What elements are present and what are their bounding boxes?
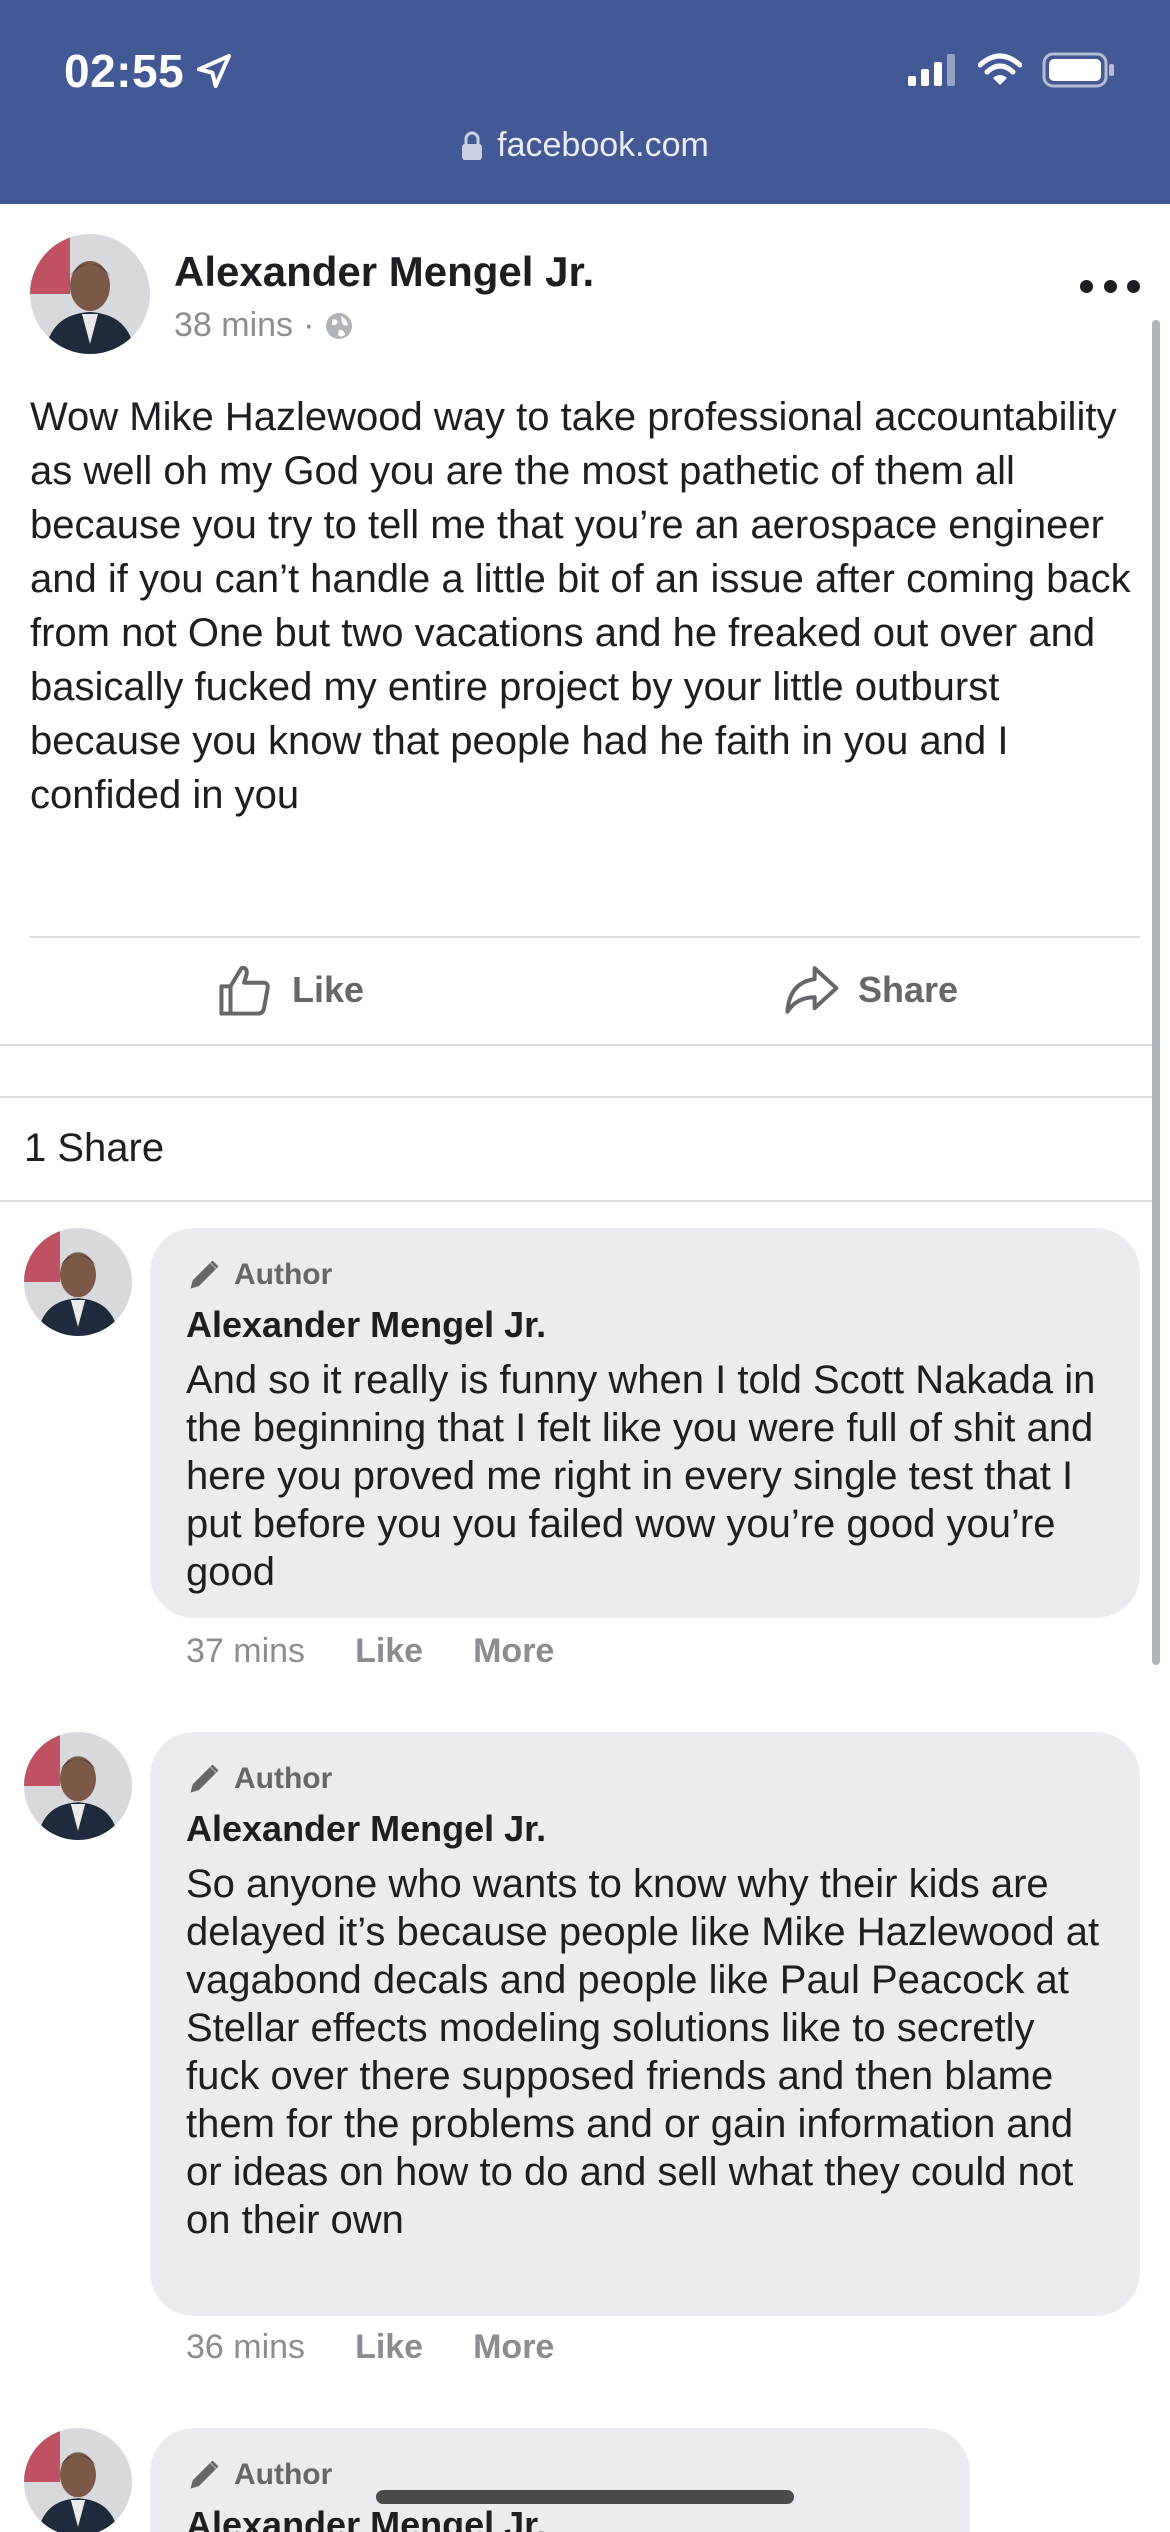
like-label: Like [291, 969, 365, 1010]
comment-bubble[interactable]: Author Alexander Mengel Jr. And so it re… [150, 1228, 1140, 1618]
share-arrow-icon [785, 966, 839, 1014]
comment-more-button[interactable]: More [473, 1632, 554, 1671]
comment-bubble[interactable]: Author Alexander Mengel Jr. [150, 2428, 970, 2532]
author-badge: Author [186, 1254, 1104, 1296]
scrollbar[interactable] [1152, 320, 1160, 1665]
comment-avatar[interactable] [24, 1732, 132, 1840]
wifi-icon [978, 53, 1022, 85]
comment-author-name[interactable]: Alexander Mengel Jr. [186, 1304, 1104, 1352]
post-text: Wow Mike Hazlewood way to take professio… [30, 395, 1131, 817]
post-author-name[interactable]: Alexander Mengel Jr. [174, 248, 594, 296]
comment-meta: 37 mins Like More [186, 1632, 554, 1671]
comment-meta: 36 mins Like More [186, 2328, 554, 2367]
pencil-icon [190, 1764, 219, 1793]
post-header: Alexander Mengel Jr. 38 mins · [30, 234, 1140, 354]
shares-count[interactable]: 1 Share [24, 1126, 164, 1171]
comment-more-button[interactable]: More [473, 2328, 554, 2367]
more-dots-icon [1080, 279, 1093, 293]
divider [0, 1044, 1160, 1046]
comment-bubble[interactable]: Author Alexander Mengel Jr. So anyone wh… [150, 1732, 1140, 2316]
more-options-button[interactable] [1080, 266, 1140, 306]
comment-text: So anyone who wants to know why their ki… [186, 1862, 1100, 2242]
battery-icon [1042, 52, 1114, 88]
divider [0, 1200, 1160, 1202]
share-button[interactable]: Share [580, 940, 1160, 1040]
divider [0, 1096, 1160, 1098]
post-actions: Like Share [0, 940, 1160, 1040]
status-time: 02:55 [64, 44, 234, 98]
pencil-icon [190, 1260, 219, 1289]
post-meta: 38 mins · [174, 306, 354, 345]
meta-separator: · [303, 306, 315, 344]
share-label: Share [857, 969, 959, 1010]
post-time[interactable]: 38 mins [174, 306, 293, 345]
comment-time: 36 mins [186, 2328, 306, 2366]
comment-avatar[interactable] [24, 1228, 132, 1336]
comment-like-button[interactable]: Like [355, 1632, 423, 1671]
pencil-icon [190, 2460, 219, 2489]
author-badge: Author [186, 1758, 1104, 1800]
divider [30, 936, 1140, 938]
signal-icon [908, 54, 955, 86]
status-time-text: 02:55 [64, 45, 185, 97]
globe-icon [326, 312, 353, 339]
url-text: facebook.com [497, 126, 709, 164]
comment-time: 37 mins [186, 1632, 306, 1670]
home-indicator[interactable] [376, 2490, 794, 2504]
browser-top-bar: 02:55 facebook.com [0, 0, 1170, 204]
comment-author-name[interactable]: Alexander Mengel Jr. [186, 2504, 934, 2532]
status-icons [908, 52, 1116, 88]
address-bar[interactable]: facebook.com [0, 126, 1170, 165]
comment-avatar[interactable] [24, 2428, 132, 2532]
lock-icon [462, 131, 483, 160]
location-arrow-icon [197, 54, 232, 88]
comment-author-name[interactable]: Alexander Mengel Jr. [186, 1808, 1104, 1856]
avatar[interactable] [30, 234, 150, 354]
like-button[interactable]: Like [0, 940, 580, 1040]
comment-like-button[interactable]: Like [355, 2328, 423, 2367]
author-badge-label: Author [234, 1258, 333, 1291]
thumbs-up-icon [219, 965, 270, 1016]
author-badge-label: Author [234, 2458, 333, 2491]
author-badge-label: Author [234, 1762, 333, 1795]
comment-text: And so it really is funny when I told Sc… [186, 1358, 1096, 1594]
